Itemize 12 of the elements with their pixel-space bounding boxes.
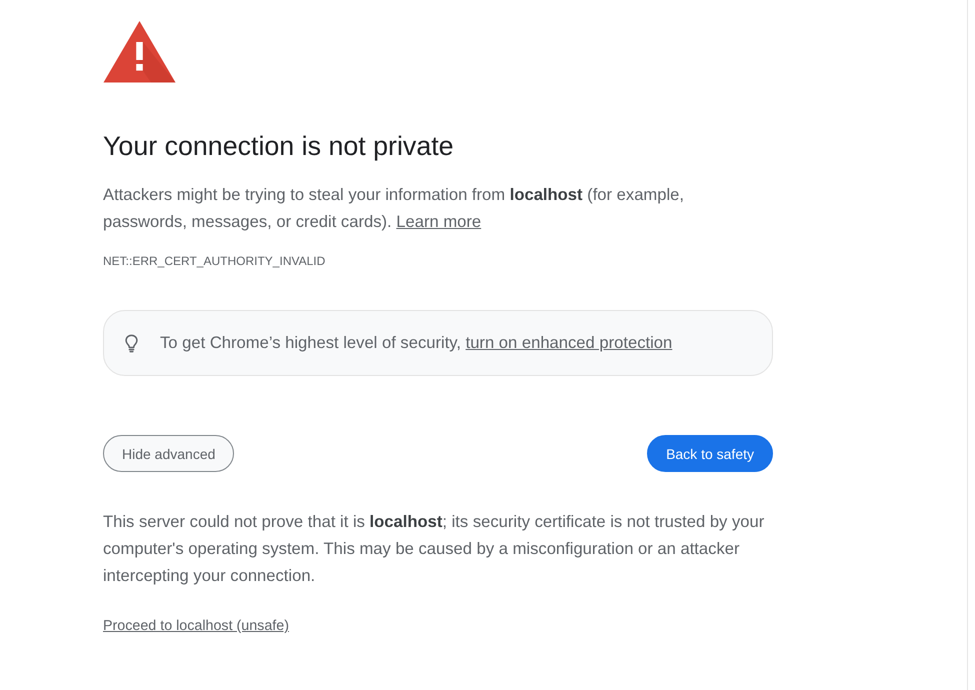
warning-message: Attackers might be trying to steal your information from localhost (for example, passwords, messages, or credit cards). Learn more	[103, 184, 686, 233]
page-heading: Your connection is not private	[103, 130, 454, 162]
details-text: This server could not prove that it is localhost; its security certificate is not trusted by your computer's operating system. This may be caused by a misconfiguration or an attacker intercepting your connection.	[103, 511, 766, 587]
promo-text: To get Chrome’s highest level of security, turn on enhanced protection	[160, 332, 672, 354]
learn-more-link[interactable]: Learn more	[396, 212, 482, 231]
error-code: NET::ERR_CERT_AUTHORITY_INVALID	[103, 253, 326, 269]
primary-button[interactable]: Back to safety	[647, 435, 773, 472]
secondary-button[interactable]: Hide advanced	[103, 435, 234, 472]
proceed-link[interactable]: Proceed to localhost (unsafe)	[103, 616, 289, 636]
lightbulb-icon	[125, 334, 138, 352]
warning-triangle-icon	[103, 20, 176, 83]
enhanced-protection-link[interactable]: turn on enhanced protection	[466, 333, 672, 352]
